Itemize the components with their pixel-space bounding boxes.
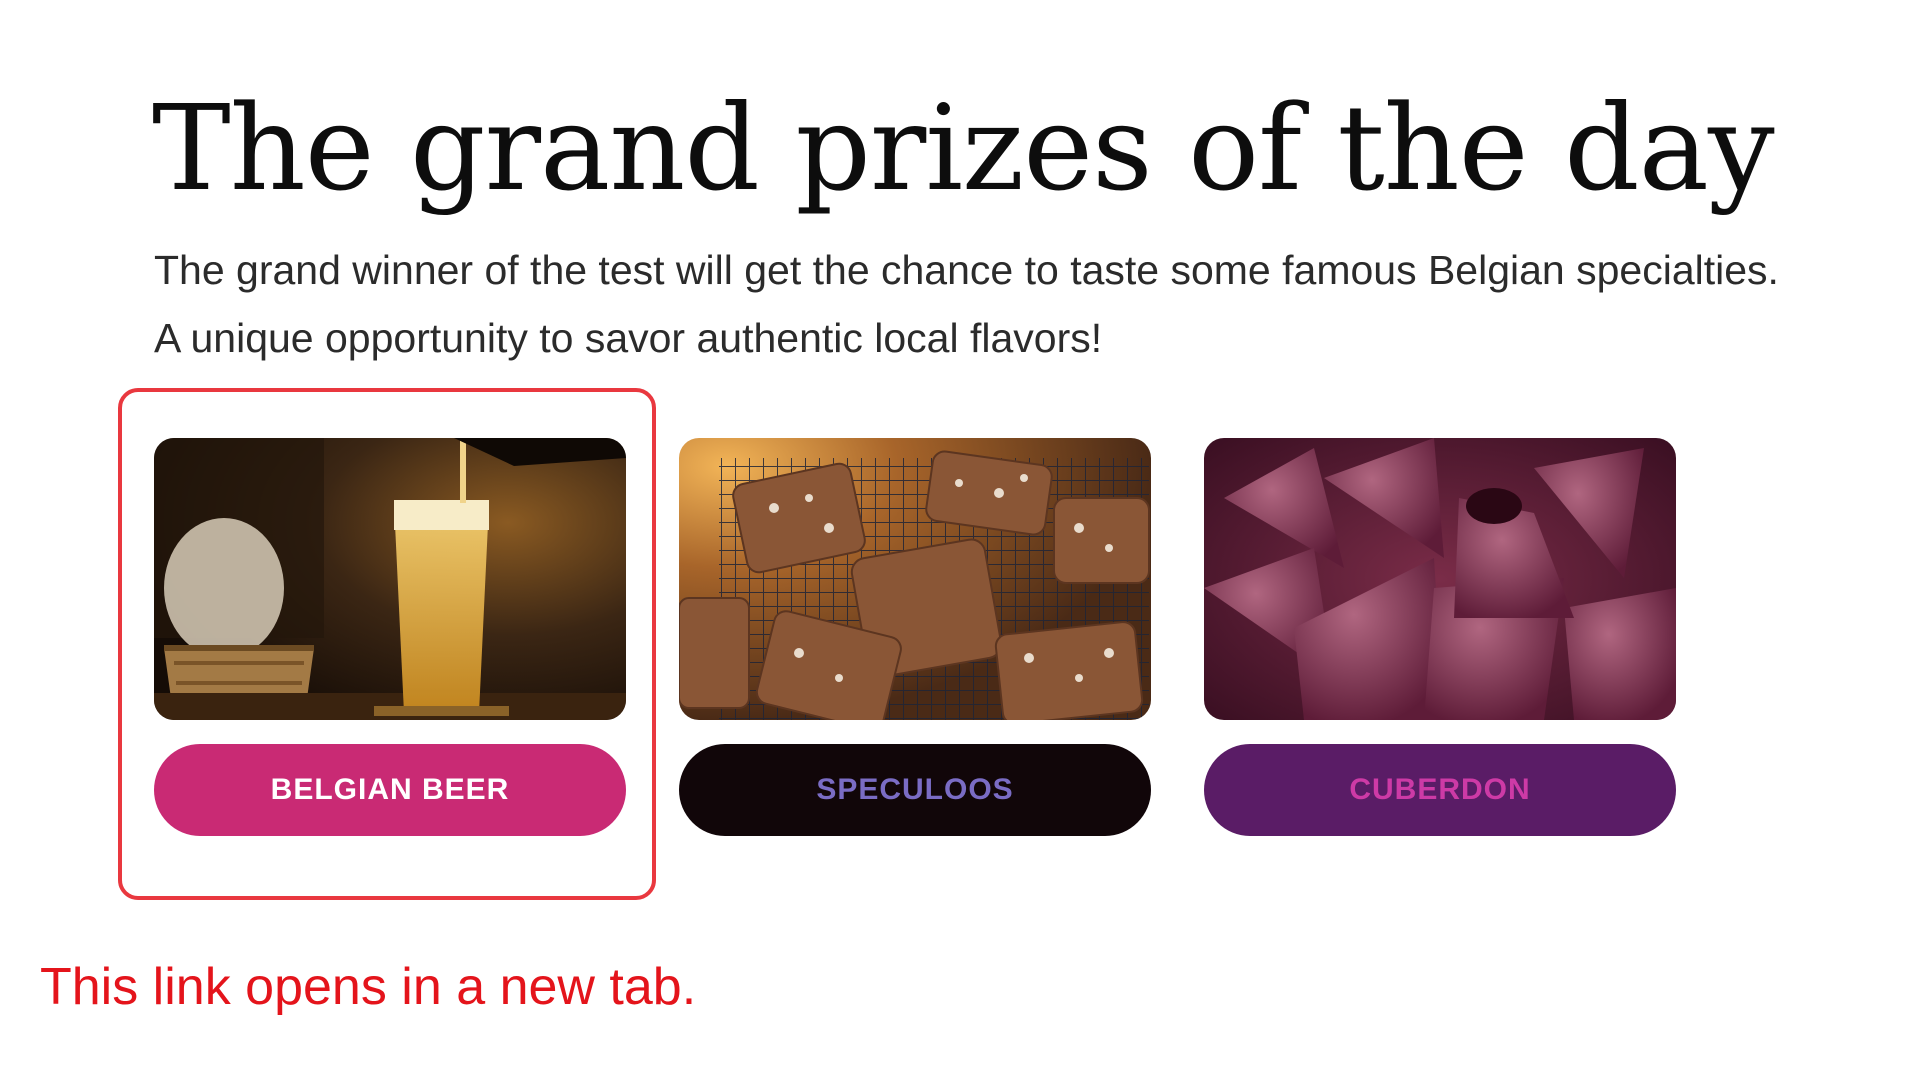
intro-text: The grand winner of the test will get th… [154,236,1914,372]
new-tab-note: This link opens in a new tab. [40,958,697,1016]
intro-line-1: The grand winner of the test will get th… [154,247,1779,293]
speculoos-button[interactable]: SPECULOOS [679,744,1151,836]
cuberdon-button[interactable]: CUBERDON [1204,744,1676,836]
belgian-beer-button[interactable]: BELGIAN BEER [154,744,626,836]
prize-card-speculoos: SPECULOOS [679,438,1151,836]
speculoos-photo [679,438,1151,720]
prize-card-cuberdon: CUBERDON [1204,438,1676,836]
intro-line-2: A unique opportunity to savor authentic … [154,315,1103,361]
beer-photo [154,438,626,720]
cuberdon-photo [1204,438,1676,720]
page-title: The grand prizes of the day [152,79,1775,217]
prize-card-belgian-beer: BELGIAN BEER [154,438,626,836]
